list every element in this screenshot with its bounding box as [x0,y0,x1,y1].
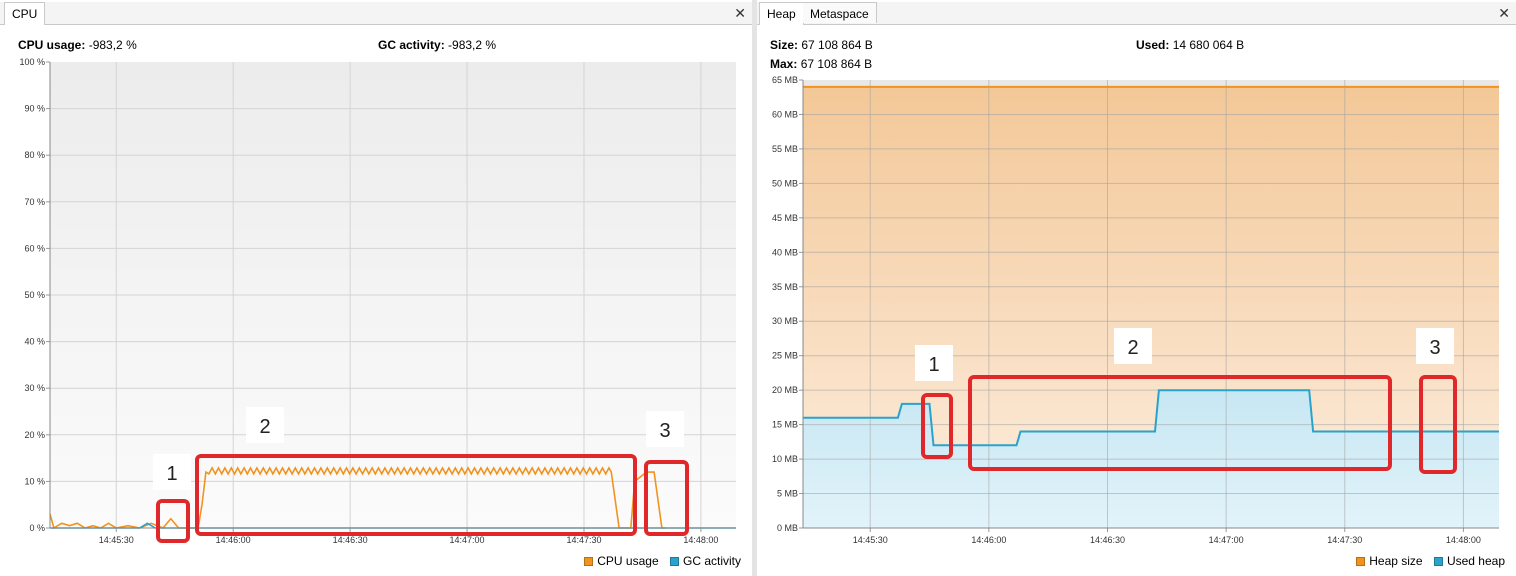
y-tick-label: 0 MB [777,523,798,533]
y-tick-label: 5 MB [777,489,798,499]
y-tick-label: 40 MB [772,247,798,257]
heap-chart: 0 MB 5 MB 10 MB 15 MB 20 MB 25 MB 30 MB 35 MB 40… [772,75,1499,545]
y-tick-label: 40 % [24,337,45,347]
y-tick-label: 10 % [24,476,45,486]
cpu-chart: 0 % 10 % 20 % 30 % 40 % 50 % 60 % 70 % 80 % 90 % 1… [19,57,736,545]
y-tick-label: 55 MB [772,144,798,154]
y-tick-label: 35 MB [772,282,798,292]
cpu-usage-swatch [584,557,594,566]
x-tick-label: 14:46:00 [971,535,1006,545]
x-tick-label: 14:45:30 [99,535,134,545]
annotation-1-label: 1 [166,463,177,485]
legend-used-heap: Used heap [1433,554,1505,568]
legend-heap-size-label: Heap size [1369,554,1423,568]
legend-used-heap-label: Used heap [1446,554,1505,568]
y-tick-label: 0 % [29,523,45,533]
y-tick-label: 100 % [19,57,45,67]
y-tick-label: 70 % [24,197,45,207]
legend-gc-activity-label: GC activity [682,554,741,568]
legend-heap-size: Heap size [1356,554,1423,568]
annotation-1-label: 1 [928,354,939,376]
x-tick-label: 14:46:30 [333,535,368,545]
y-tick-label: 50 % [24,290,45,300]
x-tick-label: 14:47:30 [566,535,601,545]
memory-panel: Heap Metaspace ✕ Size: 67 108 864 B Used… [757,0,1516,576]
y-tick-label: 30 % [24,383,45,393]
annotation-3-label: 3 [659,420,670,442]
x-tick-label: 14:46:00 [216,535,251,545]
x-tick-label: 14:47:00 [450,535,485,545]
y-tick-label: 60 MB [772,109,798,119]
y-tick-label: 30 MB [772,316,798,326]
y-tick-label: 45 MB [772,213,798,223]
y-tick-label: 15 MB [772,420,798,430]
legend-gc-activity: GC activity [669,554,741,568]
cpu-panel: CPU ✕ CPU usage: -983,2 % GC activity: -… [0,0,752,576]
annotation-2-label: 2 [259,416,270,438]
cpu-legend: CPU usage GC activity [576,554,741,568]
y-tick-label: 60 % [24,243,45,253]
legend-cpu-usage-label: CPU usage [597,554,659,568]
y-tick-label: 25 MB [772,351,798,361]
heap-legend: Heap size Used heap [1348,554,1505,568]
annotation-3-label: 3 [1429,337,1440,359]
x-tick-label: 14:46:30 [1090,535,1125,545]
x-tick-label: 14:48:00 [683,535,718,545]
heap-size-swatch [1356,557,1366,566]
y-tick-label: 65 MB [772,75,798,85]
gc-activity-swatch [669,557,679,566]
y-tick-label: 10 MB [772,454,798,464]
y-tick-label: 80 % [24,150,45,160]
y-tick-label: 50 MB [772,178,798,188]
x-tick-label: 14:48:00 [1446,535,1481,545]
annotation-2-label: 2 [1127,337,1138,359]
y-tick-label: 90 % [24,104,45,114]
x-tick-label: 14:47:30 [1327,535,1362,545]
x-tick-label: 14:45:30 [853,535,888,545]
legend-cpu-usage: CPU usage [584,554,659,568]
y-tick-label: 20 MB [772,385,798,395]
y-tick-label: 20 % [24,430,45,440]
used-heap-swatch [1433,557,1443,566]
x-tick-label: 14:47:00 [1209,535,1244,545]
